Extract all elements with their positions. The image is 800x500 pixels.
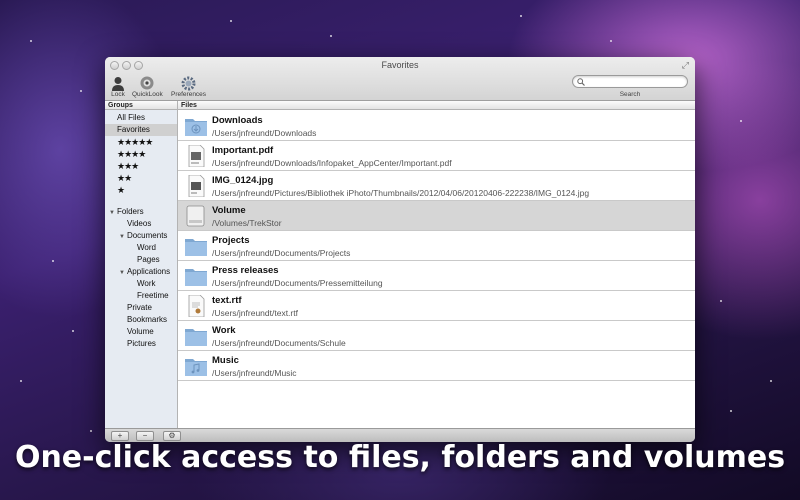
file-name: Music — [212, 355, 239, 366]
fullscreen-icon[interactable]: ⤢ — [682, 60, 689, 71]
file-name: Volume — [212, 205, 246, 216]
sidebar-item-folders[interactable]: ▼ Folders — [105, 206, 177, 218]
window-title: Favorites — [381, 60, 419, 70]
pdf-file-icon — [188, 145, 205, 167]
sidebar-item-word[interactable]: Word — [105, 242, 177, 254]
rtf-file-icon — [188, 295, 205, 317]
disclosure-triangle-icon[interactable]: ▼ — [119, 270, 125, 276]
file-path: /Users/jnfreundt/Documents/Pressemitteil… — [212, 278, 383, 288]
sidebar-item-work[interactable]: Work — [105, 278, 177, 290]
file-row-img-0124[interactable]: IMG_0124.jpg /Users/jnfreundt/Pictures/B… — [178, 171, 695, 201]
file-row-downloads[interactable]: Downloads /Users/jnfreundt/Downloads — [178, 111, 695, 141]
jpg-file-icon — [188, 175, 205, 197]
sidebar-item-4-stars[interactable]: ★★★★ — [105, 148, 177, 160]
sidebar-item-bookmarks[interactable]: Bookmarks — [105, 314, 177, 326]
sidebar-item-1-star[interactable]: ★ — [105, 184, 177, 196]
sidebar-item-volume[interactable]: Volume — [105, 326, 177, 338]
disclosure-triangle-icon[interactable]: ▼ — [119, 234, 125, 240]
quicklook-label: QuickLook — [132, 91, 163, 98]
file-name: Projects — [212, 235, 250, 246]
file-row-volume[interactable]: Volume /Volumes/TrekStor — [178, 201, 695, 231]
search-label: Search — [619, 91, 641, 98]
folder-icon — [185, 269, 207, 286]
files-list: Files Downloads /Users/jnfreundt/Downloa… — [178, 101, 695, 428]
file-name: Important.pdf — [212, 145, 274, 156]
sidebar-item-applications[interactable]: ▼ Applications — [105, 266, 177, 278]
file-path: /Users/jnfreundt/Documents/Projects — [212, 248, 351, 258]
gear-icon — [181, 75, 196, 91]
file-row-press-releases[interactable]: Press releases /Users/jnfreundt/Document… — [178, 261, 695, 291]
file-name: text.rtf — [212, 295, 242, 306]
sidebar-item-pages[interactable]: Pages — [105, 254, 177, 266]
search-input[interactable] — [572, 75, 688, 88]
search-area: Search — [572, 75, 688, 98]
file-row-text-rtf[interactable]: text.rtf /Users/jnfreundt/text.rtf — [178, 291, 695, 321]
file-row-work[interactable]: Work /Users/jnfreundt/Documents/Schule — [178, 321, 695, 351]
file-row-music[interactable]: Music /Users/jnfreundt/Music — [178, 351, 695, 381]
drive-icon — [186, 205, 205, 227]
sidebar-item-5-stars[interactable]: ★★★★★ — [105, 136, 177, 148]
sidebar-item-3-stars[interactable]: ★★★ — [105, 160, 177, 172]
file-name: Press releases — [212, 265, 279, 276]
groups-header: Groups — [105, 101, 177, 110]
folder-icon — [185, 239, 207, 256]
sidebar-item-freetime[interactable]: Freetime — [105, 290, 177, 302]
sidebar-item-favorites[interactable]: Favorites — [105, 124, 177, 136]
sidebar-item-documents[interactable]: ▼ Documents — [105, 230, 177, 242]
groups-sidebar: Groups All Files Favorites ★★★★★ ★★★★ ★★… — [105, 101, 178, 428]
folder-icon — [185, 329, 207, 346]
file-path: /Volumes/TrekStor — [212, 218, 282, 228]
quicklook-button[interactable]: QuickLook — [132, 75, 163, 98]
preferences-button[interactable]: Preferences — [171, 75, 206, 98]
file-name: IMG_0124.jpg — [212, 175, 274, 186]
music-folder-icon — [185, 359, 207, 376]
preferences-label: Preferences — [171, 91, 207, 98]
file-path: /Users/jnfreundt/Music — [212, 368, 297, 378]
eye-icon — [139, 75, 155, 91]
sidebar-item-pictures[interactable]: Pictures — [105, 338, 177, 350]
sidebar-item-2-stars[interactable]: ★★ — [105, 172, 177, 184]
sidebar-item-private[interactable]: Private — [105, 302, 177, 314]
lock-label: Lock — [111, 91, 125, 98]
disclosure-triangle-icon[interactable]: ▼ — [109, 210, 115, 216]
main-content: Groups All Files Favorites ★★★★★ ★★★★ ★★… — [105, 101, 695, 428]
file-path: /Users/jnfreundt/text.rtf — [212, 308, 298, 318]
file-row-important-pdf[interactable]: Important.pdf /Users/jnfreundt/Downloads… — [178, 141, 695, 171]
downloads-folder-icon — [185, 119, 207, 136]
lock-user-icon — [111, 75, 125, 91]
sidebar-item-videos[interactable]: Videos — [105, 218, 177, 230]
file-name: Work — [212, 325, 236, 336]
favorites-window: Favorites ⤢ Lock QuickLook Preferences S… — [105, 57, 695, 442]
files-header: Files — [178, 101, 695, 110]
sidebar-item-all-files[interactable]: All Files — [105, 112, 177, 124]
file-name: Downloads — [212, 115, 263, 126]
file-path: /Users/jnfreundt/Downloads — [212, 128, 317, 138]
file-path: /Users/jnfreundt/Pictures/Bibliothek iPh… — [212, 188, 590, 198]
lock-button[interactable]: Lock — [111, 75, 125, 98]
promo-caption: One-click access to files, folders and v… — [14, 440, 786, 475]
file-row-projects[interactable]: Projects /Users/jnfreundt/Documents/Proj… — [178, 231, 695, 261]
file-path: /Users/jnfreundt/Documents/Schule — [212, 338, 346, 348]
search-icon — [577, 78, 585, 86]
titlebar: Favorites ⤢ Lock QuickLook Preferences S… — [105, 57, 695, 101]
file-path: /Users/jnfreundt/Downloads/Infopaket_App… — [212, 158, 452, 168]
